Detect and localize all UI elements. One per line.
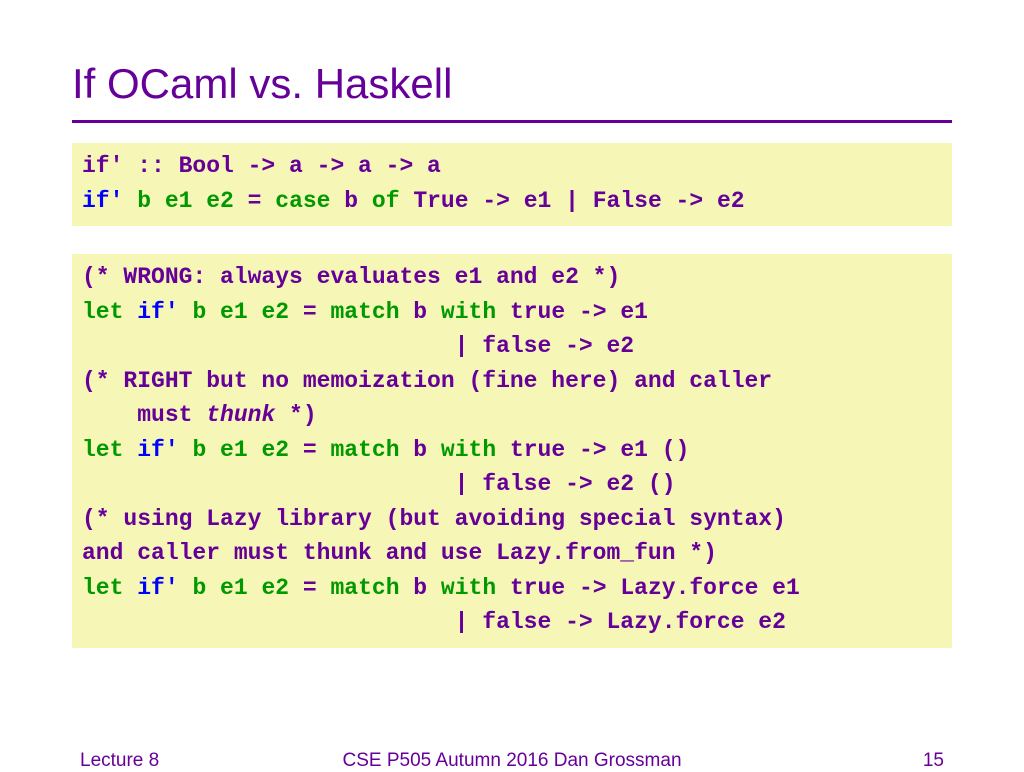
code: let <box>82 575 123 601</box>
code: if' <box>82 188 123 214</box>
haskell-code-block: if' :: Bool -> a -> a -> a if' b e1 e2 =… <box>72 143 952 226</box>
code: if' <box>123 437 178 463</box>
code: if' <box>123 299 178 325</box>
code: b e1 e2 <box>179 575 289 601</box>
code: true -> Lazy.force e1 <box>496 575 800 601</box>
code: b <box>400 437 441 463</box>
code: with <box>441 299 496 325</box>
code: match <box>330 437 399 463</box>
code-comment: *) <box>275 402 316 428</box>
code-comment: must <box>82 402 206 428</box>
code: = <box>289 299 330 325</box>
code: | false -> e2 <box>82 333 634 359</box>
code: b e1 e2 <box>123 188 233 214</box>
code-comment: (* RIGHT but no memoization (fine here) … <box>82 368 772 394</box>
code: if' <box>123 575 178 601</box>
code: | false -> Lazy.force e2 <box>82 609 786 635</box>
code: let <box>82 299 123 325</box>
code: b <box>400 575 441 601</box>
code: if' :: Bool -> a -> a -> a <box>82 153 441 179</box>
code: case <box>275 188 330 214</box>
code: = <box>289 575 330 601</box>
code: b e1 e2 <box>179 299 289 325</box>
code: match <box>330 575 399 601</box>
slide: If OCaml vs. Haskell if' :: Bool -> a ->… <box>0 0 1024 648</box>
code: True -> e1 | False -> e2 <box>400 188 745 214</box>
code: of <box>372 188 400 214</box>
code: with <box>441 437 496 463</box>
slide-title: If OCaml vs. Haskell <box>72 60 952 123</box>
code-comment: (* using Lazy library (but avoiding spec… <box>82 506 786 532</box>
code: let <box>82 437 123 463</box>
code: match <box>330 299 399 325</box>
code: true -> e1 <box>496 299 648 325</box>
code-comment: and caller must thunk and use Lazy.from_… <box>82 540 717 566</box>
code: b <box>400 299 441 325</box>
code-comment: (* WRONG: always evaluates e1 and e2 *) <box>82 264 620 290</box>
ocaml-code-block: (* WRONG: always evaluates e1 and e2 *) … <box>72 254 952 648</box>
footer-center: CSE P505 Autumn 2016 Dan Grossman <box>0 750 1024 772</box>
code-comment: thunk <box>206 402 275 428</box>
code: b <box>330 188 371 214</box>
code: | false -> e2 () <box>82 471 676 497</box>
code: true -> e1 () <box>496 437 689 463</box>
code: b e1 e2 <box>179 437 289 463</box>
footer-page: 15 <box>923 750 944 772</box>
code: = <box>289 437 330 463</box>
code: = <box>234 188 275 214</box>
code: with <box>441 575 496 601</box>
